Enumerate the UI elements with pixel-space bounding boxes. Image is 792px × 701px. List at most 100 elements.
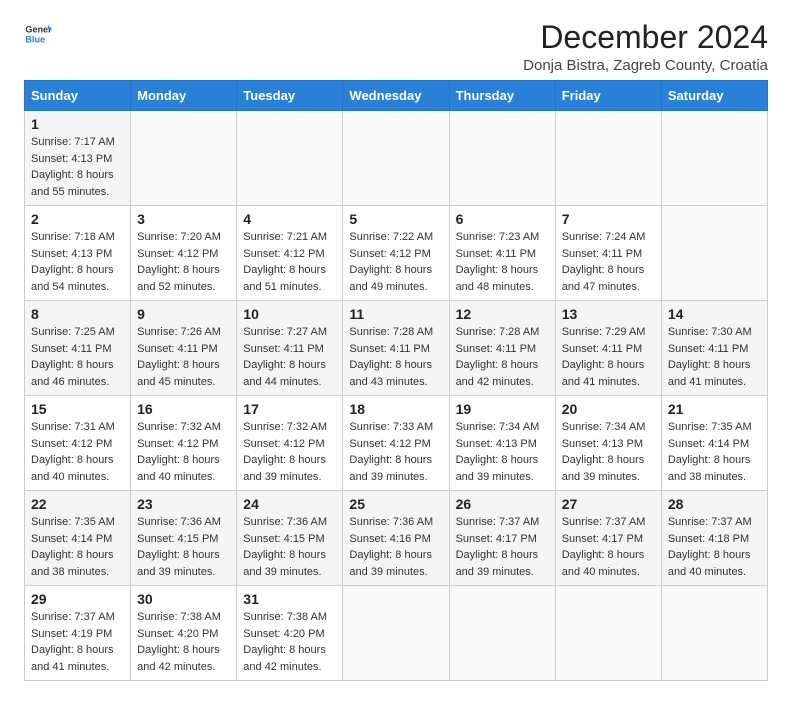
calendar-day-cell — [343, 111, 449, 206]
day-number: 10 — [243, 306, 336, 322]
calendar-day-cell: 17Sunrise: 7:32 AMSunset: 4:12 PMDayligh… — [237, 396, 343, 491]
day-info: Sunrise: 7:20 AMSunset: 4:12 PMDaylight:… — [137, 231, 221, 293]
day-info: Sunrise: 7:24 AMSunset: 4:11 PMDaylight:… — [562, 231, 646, 293]
calendar-day-cell — [661, 586, 767, 681]
day-number: 20 — [562, 401, 655, 417]
calendar-day-cell: 23Sunrise: 7:36 AMSunset: 4:15 PMDayligh… — [131, 491, 237, 586]
calendar-day-cell: 8 Sunrise: 7:25 AMSunset: 4:11 PMDaylight… — [25, 301, 131, 396]
day-number: 21 — [668, 401, 761, 417]
title-block: December 2024 Donja Bistra, Zagreb Count… — [523, 20, 768, 74]
day-info: Sunrise: 7:36 AMSunset: 4:16 PMDaylight:… — [349, 516, 433, 578]
calendar-day-cell: 15Sunrise: 7:31 AMSunset: 4:12 PMDayligh… — [25, 396, 131, 491]
calendar-day-cell: 9 Sunrise: 7:26 AMSunset: 4:11 PMDaylight… — [131, 301, 237, 396]
main-title: December 2024 — [523, 20, 768, 55]
day-info: Sunrise: 7:21 AMSunset: 4:12 PMDaylight:… — [243, 231, 327, 293]
day-info: Sunrise: 7:36 AMSunset: 4:15 PMDaylight:… — [137, 516, 221, 578]
day-info: Sunrise: 7:35 AMSunset: 4:14 PMDaylight:… — [31, 516, 115, 578]
calendar-table: SundayMondayTuesdayWednesdayThursdayFrid… — [24, 80, 768, 681]
day-number: 8 — [31, 306, 124, 322]
calendar-day-cell — [237, 111, 343, 206]
svg-text:Blue: Blue — [25, 34, 45, 44]
calendar-header-row: SundayMondayTuesdayWednesdayThursdayFrid… — [25, 81, 768, 111]
day-number: 26 — [456, 496, 549, 512]
day-number: 7 — [562, 211, 655, 227]
day-number: 3 — [137, 211, 230, 227]
day-number: 9 — [137, 306, 230, 322]
calendar-day-header: Thursday — [449, 81, 555, 111]
calendar-day-cell — [661, 111, 767, 206]
subtitle: Donja Bistra, Zagreb County, Croatia — [523, 57, 768, 74]
day-info: Sunrise: 7:37 AMSunset: 4:19 PMDaylight:… — [31, 611, 115, 673]
day-info: Sunrise: 7:17 AMSunset: 4:13 PMDaylight:… — [31, 136, 115, 198]
calendar-day-header: Monday — [131, 81, 237, 111]
day-number: 28 — [668, 496, 761, 512]
calendar-day-cell — [661, 206, 767, 301]
day-info: Sunrise: 7:37 AMSunset: 4:18 PMDaylight:… — [668, 516, 752, 578]
calendar-day-header: Friday — [555, 81, 661, 111]
day-info: Sunrise: 7:27 AMSunset: 4:11 PMDaylight:… — [243, 326, 327, 388]
day-info: Sunrise: 7:26 AMSunset: 4:11 PMDaylight:… — [137, 326, 221, 388]
calendar-week-row: 8 Sunrise: 7:25 AMSunset: 4:11 PMDaylight… — [25, 301, 768, 396]
day-number: 1 — [31, 116, 124, 132]
calendar-day-header: Wednesday — [343, 81, 449, 111]
calendar-day-cell: 20 Sunrise: 7:34 AMSunset: 4:13 PMDayligh… — [555, 396, 661, 491]
calendar-day-cell: 13 Sunrise: 7:29 AMSunset: 4:11 PMDayligh… — [555, 301, 661, 396]
calendar-day-cell: 30 Sunrise: 7:38 AMSunset: 4:20 PMDayligh… — [131, 586, 237, 681]
logo: General Blue — [24, 20, 52, 48]
day-number: 30 — [137, 591, 230, 607]
calendar-day-cell: 28 Sunrise: 7:37 AMSunset: 4:18 PMDayligh… — [661, 491, 767, 586]
calendar-body: 1 Sunrise: 7:17 AMSunset: 4:13 PMDaylight… — [25, 111, 768, 681]
day-number: 5 — [349, 211, 442, 227]
calendar-day-cell: 27 Sunrise: 7:37 AMSunset: 4:17 PMDayligh… — [555, 491, 661, 586]
calendar-week-row: 29Sunrise: 7:37 AMSunset: 4:19 PMDayligh… — [25, 586, 768, 681]
calendar-day-cell: 16Sunrise: 7:32 AMSunset: 4:12 PMDayligh… — [131, 396, 237, 491]
calendar-day-cell: 10 Sunrise: 7:27 AMSunset: 4:11 PMDayligh… — [237, 301, 343, 396]
calendar-week-row: 1 Sunrise: 7:17 AMSunset: 4:13 PMDaylight… — [25, 111, 768, 206]
day-info: Sunrise: 7:36 AMSunset: 4:15 PMDaylight:… — [243, 516, 327, 578]
calendar-day-cell: 29Sunrise: 7:37 AMSunset: 4:19 PMDayligh… — [25, 586, 131, 681]
day-info: Sunrise: 7:34 AMSunset: 4:13 PMDaylight:… — [562, 421, 646, 483]
calendar-day-cell: 1 Sunrise: 7:17 AMSunset: 4:13 PMDaylight… — [25, 111, 131, 206]
day-number: 16 — [137, 401, 230, 417]
calendar-day-cell: 2Sunrise: 7:18 AMSunset: 4:13 PMDaylight… — [25, 206, 131, 301]
day-number: 15 — [31, 401, 124, 417]
day-number: 18 — [349, 401, 442, 417]
calendar-day-cell: 11Sunrise: 7:28 AMSunset: 4:11 PMDayligh… — [343, 301, 449, 396]
day-number: 24 — [243, 496, 336, 512]
day-info: Sunrise: 7:30 AMSunset: 4:11 PMDaylight:… — [668, 326, 752, 388]
calendar-day-cell — [449, 111, 555, 206]
calendar-week-row: 2Sunrise: 7:18 AMSunset: 4:13 PMDaylight… — [25, 206, 768, 301]
day-info: Sunrise: 7:37 AMSunset: 4:17 PMDaylight:… — [456, 516, 540, 578]
calendar-day-cell: 5 Sunrise: 7:22 AMSunset: 4:12 PMDaylight… — [343, 206, 449, 301]
calendar-day-cell — [555, 586, 661, 681]
day-info: Sunrise: 7:22 AMSunset: 4:12 PMDaylight:… — [349, 231, 433, 293]
day-info: Sunrise: 7:38 AMSunset: 4:20 PMDaylight:… — [137, 611, 221, 673]
day-number: 17 — [243, 401, 336, 417]
day-info: Sunrise: 7:28 AMSunset: 4:11 PMDaylight:… — [349, 326, 433, 388]
day-info: Sunrise: 7:34 AMSunset: 4:13 PMDaylight:… — [456, 421, 540, 483]
calendar-day-cell: 7 Sunrise: 7:24 AMSunset: 4:11 PMDaylight… — [555, 206, 661, 301]
calendar-day-cell — [343, 586, 449, 681]
calendar-day-header: Tuesday — [237, 81, 343, 111]
day-info: Sunrise: 7:28 AMSunset: 4:11 PMDaylight:… — [456, 326, 540, 388]
day-number: 13 — [562, 306, 655, 322]
calendar-day-cell — [449, 586, 555, 681]
calendar-day-cell — [131, 111, 237, 206]
day-number: 4 — [243, 211, 336, 227]
day-info: Sunrise: 7:25 AMSunset: 4:11 PMDaylight:… — [31, 326, 115, 388]
calendar-day-cell: 12Sunrise: 7:28 AMSunset: 4:11 PMDayligh… — [449, 301, 555, 396]
logo-icon: General Blue — [24, 20, 52, 48]
calendar-day-cell: 21 Sunrise: 7:35 AMSunset: 4:14 PMDayligh… — [661, 396, 767, 491]
day-info: Sunrise: 7:37 AMSunset: 4:17 PMDaylight:… — [562, 516, 646, 578]
calendar-day-cell: 24 Sunrise: 7:36 AMSunset: 4:15 PMDayligh… — [237, 491, 343, 586]
calendar-day-cell: 22Sunrise: 7:35 AMSunset: 4:14 PMDayligh… — [25, 491, 131, 586]
day-info: Sunrise: 7:29 AMSunset: 4:11 PMDaylight:… — [562, 326, 646, 388]
day-info: Sunrise: 7:35 AMSunset: 4:14 PMDaylight:… — [668, 421, 752, 483]
calendar-day-header: Saturday — [661, 81, 767, 111]
day-info: Sunrise: 7:38 AMSunset: 4:20 PMDaylight:… — [243, 611, 327, 673]
day-number: 27 — [562, 496, 655, 512]
day-number: 6 — [456, 211, 549, 227]
day-number: 31 — [243, 591, 336, 607]
calendar-day-cell: 6Sunrise: 7:23 AMSunset: 4:11 PMDaylight… — [449, 206, 555, 301]
page-header: General Blue December 2024 Donja Bistra,… — [24, 20, 768, 74]
